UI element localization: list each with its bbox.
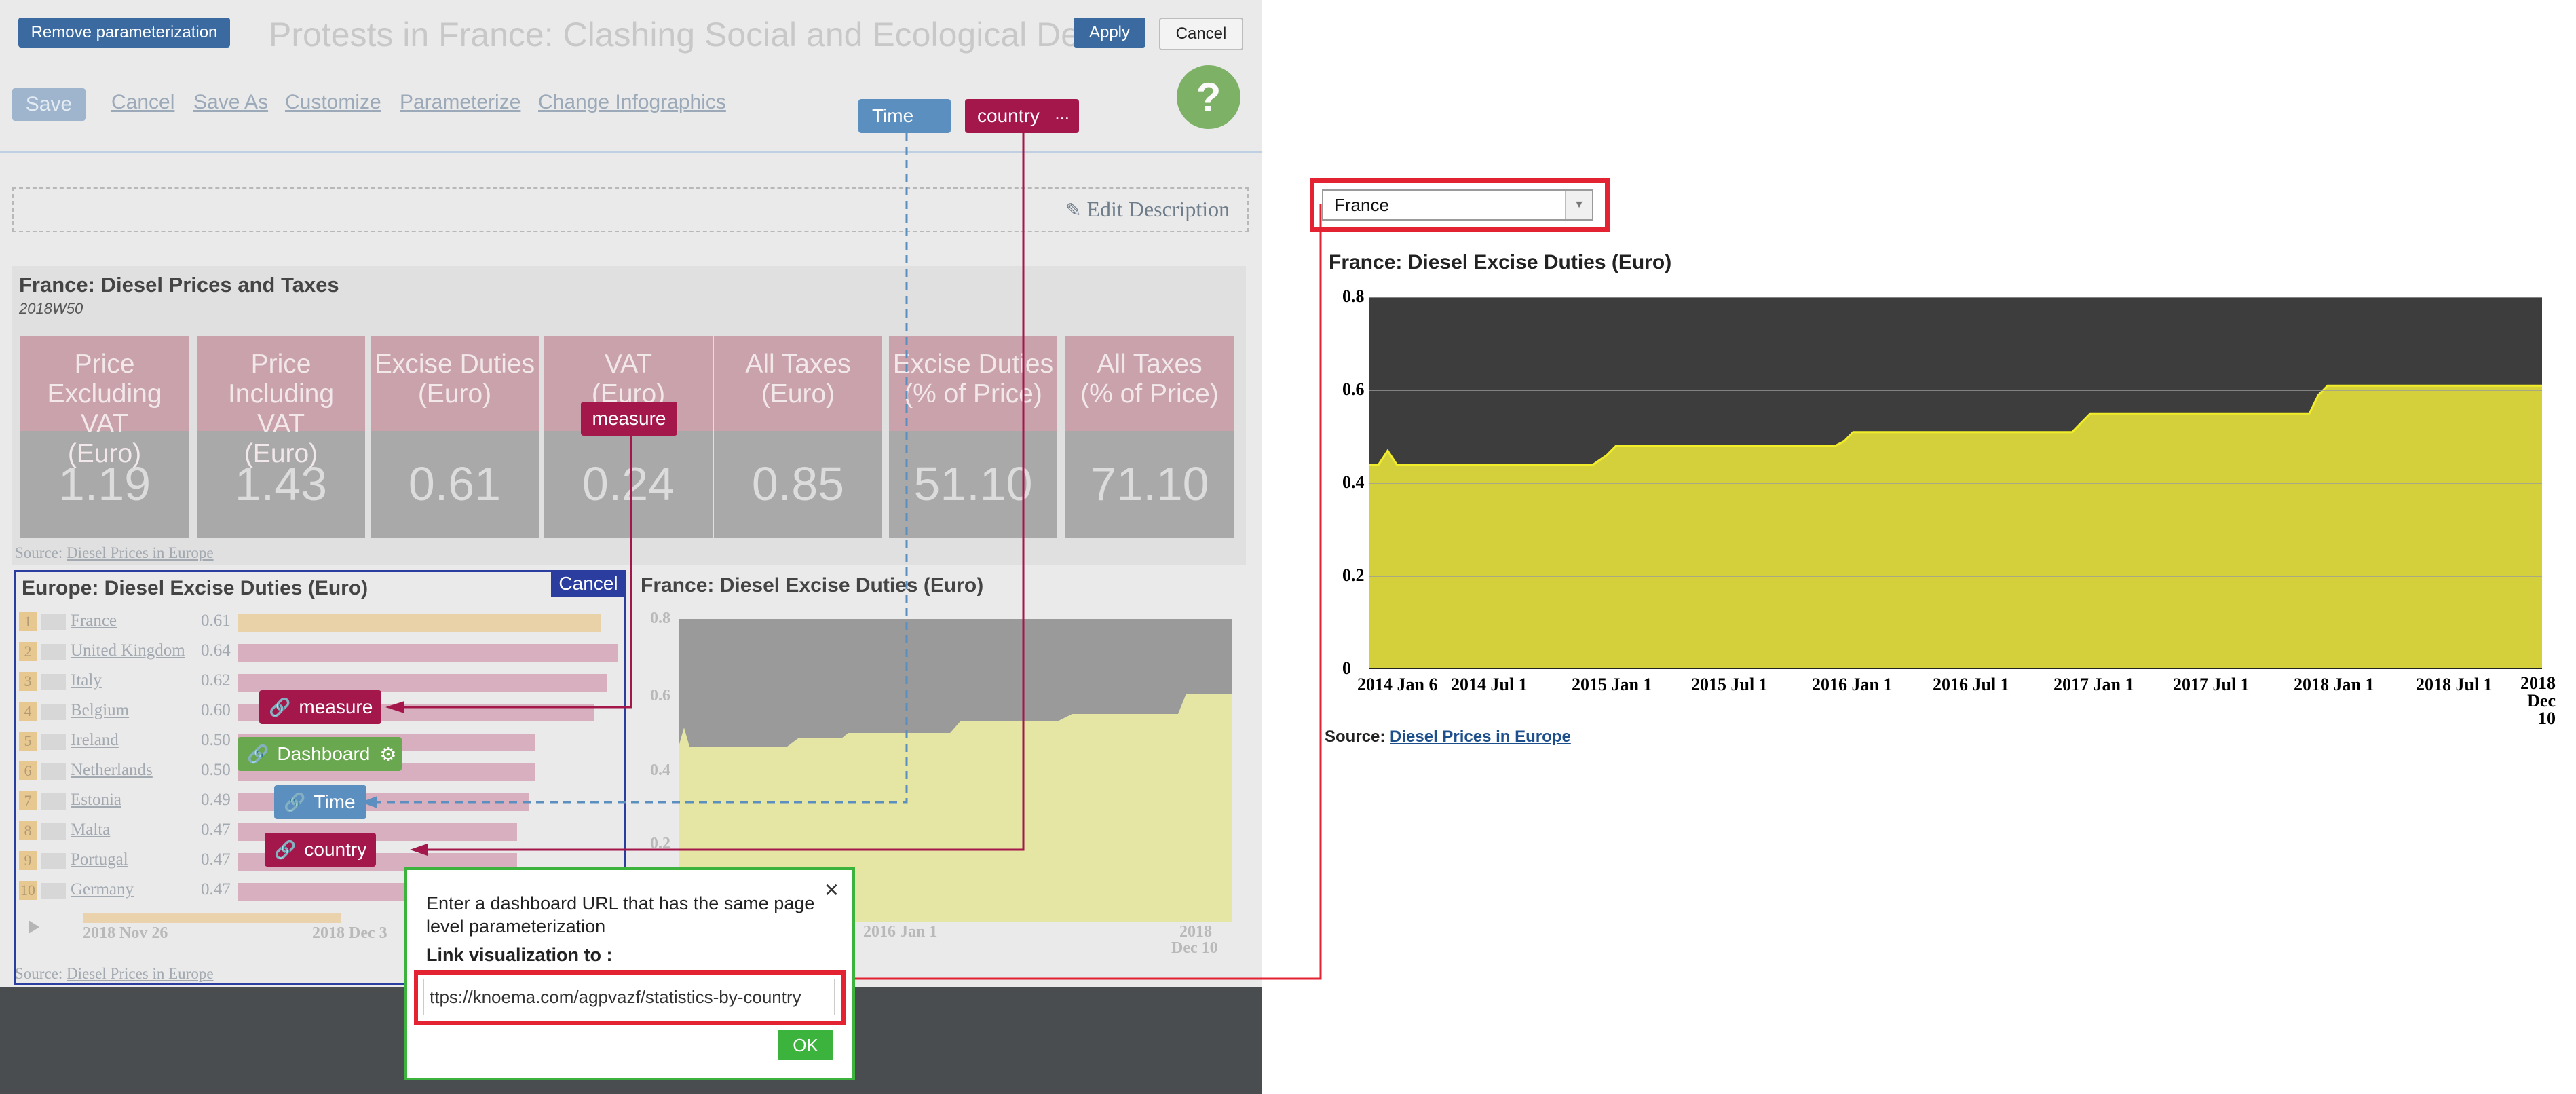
country-link-label: country: [304, 839, 367, 860]
dialog-close-icon[interactable]: ×: [825, 875, 839, 904]
country-link-tag[interactable]: 🔗 country: [265, 833, 376, 867]
gear-icon[interactable]: ⚙: [379, 743, 396, 766]
link-icon: 🔗: [274, 839, 297, 860]
link-dialog: × Enter a dashboard URL that has the sam…: [404, 867, 855, 1080]
measure-link-label: measure: [299, 696, 373, 717]
x-tick-label: 2017 Jul 1: [2173, 675, 2250, 694]
x-tick-label: 2014 Jul 1: [1451, 675, 1528, 694]
y-tick-label: 0.4: [1342, 472, 1365, 492]
country-select[interactable]: France ▼: [1322, 189, 1593, 221]
chart-title: France: Diesel Excise Duties (Euro): [1329, 251, 1672, 274]
time-link-label: Time: [314, 791, 356, 812]
x-tick-label: 2014 Jan 6: [1357, 675, 1438, 694]
x-tick-label: 2015 Jan 1: [1572, 675, 1652, 694]
country-connector: [428, 133, 1025, 851]
time-link-tag[interactable]: 🔗 Time: [274, 785, 366, 819]
dialog-link-label: Link visualization to :: [426, 945, 613, 965]
chart-source-label: Source:: [1325, 728, 1386, 746]
time-connector: [377, 133, 908, 804]
x-tick-label: 2015 Jul 1: [1691, 675, 1768, 694]
y-tick-label: 0: [1342, 658, 1351, 678]
y-tick-label: 0.6: [1342, 379, 1365, 399]
chart-source: Source: Diesel Prices in Europe: [1325, 728, 1571, 747]
y-tick-label: 0.2: [1342, 565, 1365, 585]
x-tick-label: 2018 Jan 1: [2294, 675, 2374, 694]
dashboard-link-tag[interactable]: 🔗 Dashboard ⚙: [238, 737, 402, 771]
x-tick-label: 2018 Jul 1: [2416, 675, 2493, 694]
x-tick-label: 2017 Jan 1: [2053, 675, 2134, 694]
chevron-down-icon[interactable]: ▼: [1565, 191, 1592, 219]
link-icon: 🔗: [284, 791, 306, 812]
link-icon: 🔗: [269, 696, 291, 717]
tile-measure-label: measure: [592, 408, 666, 429]
dialog-instructions: Enter a dashboard URL that has the same …: [426, 893, 815, 937]
measure-connector: [404, 434, 632, 709]
x-tick-label: 2016 Jul 1: [1933, 675, 2009, 694]
red-link-connector: [846, 204, 1322, 980]
excise-duties-chart: [1369, 297, 2542, 669]
measure-arrowhead: [385, 701, 404, 713]
dialog-ok-button[interactable]: OK: [778, 1030, 833, 1060]
y-tick-label: 0.8: [1342, 286, 1365, 306]
dashboard-url-input[interactable]: [423, 979, 835, 1015]
x-tick-label: 2016 Jan 1: [1812, 675, 1893, 694]
country-select-value: France: [1334, 195, 1389, 215]
measure-link-tag[interactable]: 🔗 measure: [259, 690, 381, 724]
x-tick-label: 2018 Dec 10: [2520, 673, 2556, 728]
chart-source-link[interactable]: Diesel Prices in Europe: [1390, 728, 1571, 746]
link-icon: 🔗: [247, 743, 269, 764]
tile-measure-tag[interactable]: measure: [581, 402, 677, 436]
dashboard-link-label: Dashboard: [277, 743, 371, 764]
country-arrowhead: [410, 844, 428, 856]
